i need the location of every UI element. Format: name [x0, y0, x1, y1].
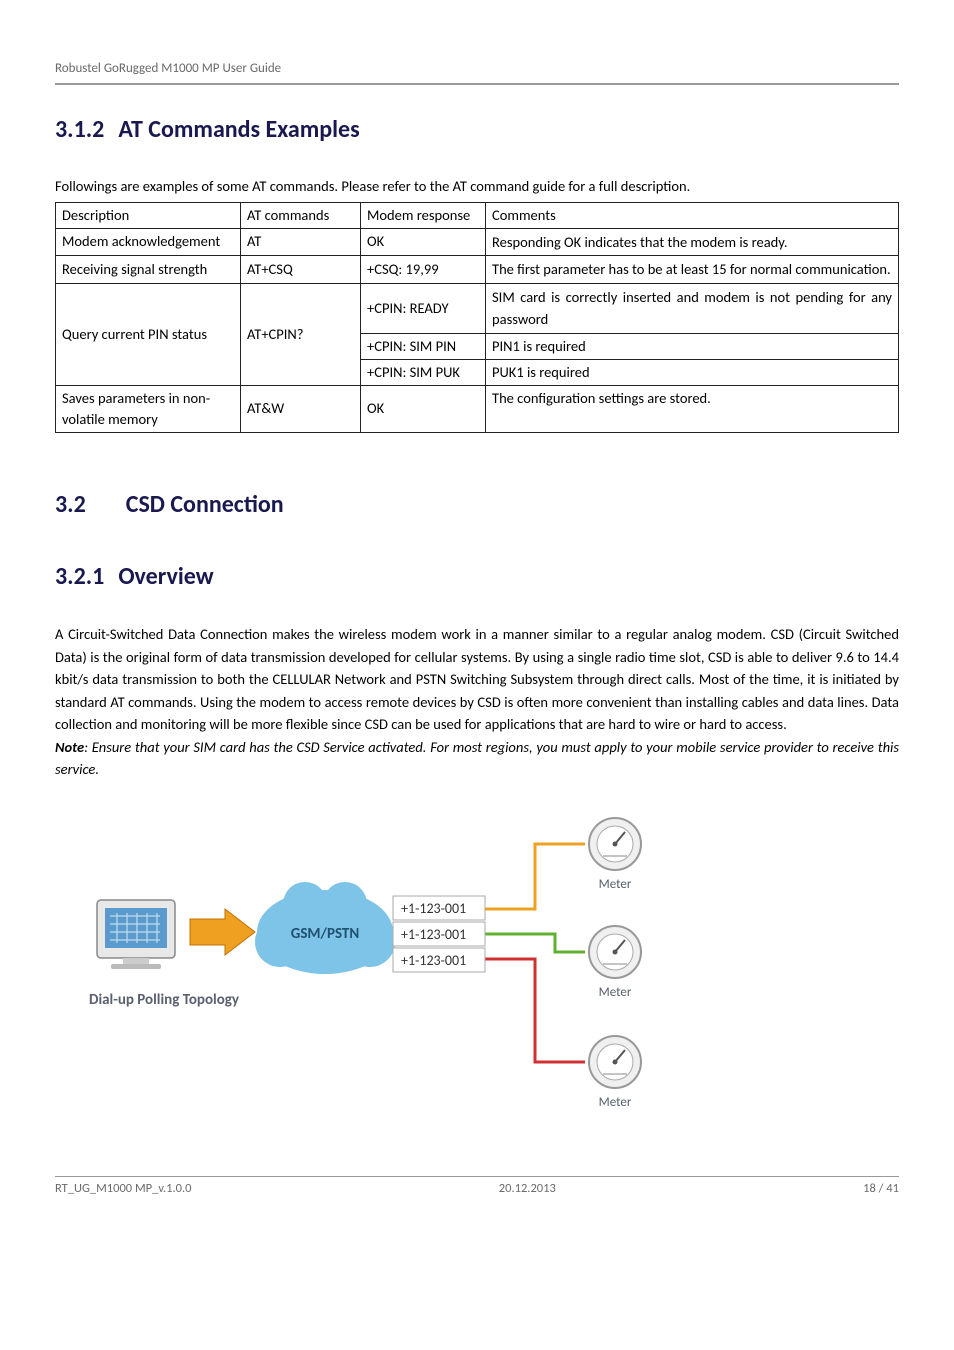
- cell-comments: The first parameter has to be at least 1…: [486, 256, 899, 283]
- cell-response: +CPIN: SIM PUK: [361, 359, 486, 385]
- page-footer: RT_UG_M1000 MP_v.1.0.0 20.12.2013 18 / 4…: [55, 1176, 899, 1198]
- cell-atcmd: AT+CSQ: [241, 256, 361, 283]
- phone-number-boxes: +1-123-001 +1-123-001 +1-123-001: [393, 896, 485, 972]
- diagram-svg: GSM/PSTN +1-123-001 +1-123-001 +1-123-00…: [55, 804, 675, 1114]
- col-description: Description: [56, 202, 241, 228]
- footer-right: 18 / 41: [863, 1180, 899, 1198]
- heading-32-number: 3.2: [55, 490, 86, 519]
- svg-text:Meter: Meter: [599, 1095, 632, 1110]
- cell-description: Receiving signal strength: [56, 256, 241, 283]
- heading-321-title: Overview: [118, 562, 213, 591]
- cell-atcmd: AT+CPIN?: [241, 283, 361, 385]
- table-header-row: Description AT commands Modem response C…: [56, 202, 899, 228]
- footer-center: 20.12.2013: [499, 1180, 556, 1198]
- cell-description: Modem acknowledgement: [56, 228, 241, 255]
- heading-321: 3.2.1 Overview: [55, 560, 899, 595]
- svg-text:+1-123-001: +1-123-001: [401, 926, 466, 943]
- meter-middle: Meter: [589, 926, 641, 1000]
- cell-comments: SIM card is correctly inserted and modem…: [486, 283, 899, 333]
- cell-response: OK: [361, 228, 486, 255]
- page-header-title: Robustel GoRugged M1000 MP User Guide: [55, 60, 899, 83]
- section-321-note: Note: Ensure that your SIM card has the …: [55, 736, 899, 781]
- meter-top: Meter: [589, 818, 641, 892]
- cell-response: +CPIN: READY: [361, 283, 486, 333]
- heading-321-number: 3.2.1: [55, 562, 104, 591]
- dial-up-topology-label: Dial-up Polling Topology: [89, 991, 240, 1009]
- heading-32-title: CSD Connection: [126, 490, 284, 519]
- cell-description: Saves parameters in non-volatile memory: [56, 385, 241, 432]
- cloud-label: GSM/PSTN: [291, 925, 359, 943]
- footer-left: RT_UG_M1000 MP_v.1.0.0: [55, 1180, 191, 1198]
- cell-comments: The configuration settings are stored.: [486, 385, 899, 432]
- table-row: Receiving signal strength AT+CSQ +CSQ: 1…: [56, 256, 899, 283]
- svg-text:+1-123-001: +1-123-001: [401, 900, 466, 917]
- footer-divider: [55, 1176, 899, 1177]
- table-row: Query current PIN status AT+CPIN? +CPIN:…: [56, 283, 899, 333]
- cell-response: +CPIN: SIM PIN: [361, 333, 486, 359]
- col-comments: Comments: [486, 202, 899, 228]
- cell-atcmd: AT&W: [241, 385, 361, 432]
- cell-response: OK: [361, 385, 486, 432]
- computer-icon: [97, 900, 175, 969]
- diagram-dialup-polling: GSM/PSTN +1-123-001 +1-123-001 +1-123-00…: [55, 804, 655, 1120]
- cell-comments: Responding OK indicates that the modem i…: [486, 228, 899, 255]
- cell-comments: PUK1 is required: [486, 359, 899, 385]
- svg-text:Meter: Meter: [599, 877, 632, 892]
- meter-bottom: Meter: [589, 1036, 641, 1110]
- cell-description: Query current PIN status: [56, 283, 241, 385]
- cell-comments: PIN1 is required: [486, 333, 899, 359]
- at-commands-table: Description AT commands Modem response C…: [55, 202, 899, 433]
- table-row: Saves parameters in non-volatile memory …: [56, 385, 899, 432]
- col-atcmd: AT commands: [241, 202, 361, 228]
- heading-312-number: 3.1.2: [55, 115, 104, 144]
- heading-312: 3.1.2 AT Commands Examples: [55, 113, 899, 148]
- cloud-icon: GSM/PSTN: [255, 882, 395, 974]
- table-row: Modem acknowledgement AT OK Responding O…: [56, 228, 899, 255]
- section-321-body: A Circuit-Switched Data Connection makes…: [55, 623, 899, 735]
- cell-response: +CSQ: 19,99: [361, 256, 486, 283]
- arrow-icon: [190, 909, 255, 955]
- heading-32: 3.2 CSD Connection: [55, 488, 899, 523]
- svg-text:Meter: Meter: [599, 985, 632, 1000]
- note-text: : Ensure that your SIM card has the CSD …: [55, 738, 899, 778]
- heading-312-title: AT Commands Examples: [118, 115, 359, 144]
- note-label: Note: [55, 738, 84, 756]
- section-312-intro: Followings are examples of some AT comma…: [55, 176, 899, 197]
- col-response: Modem response: [361, 202, 486, 228]
- svg-text:+1-123-001: +1-123-001: [401, 952, 466, 969]
- cell-atcmd: AT: [241, 228, 361, 255]
- header-divider: [55, 83, 899, 85]
